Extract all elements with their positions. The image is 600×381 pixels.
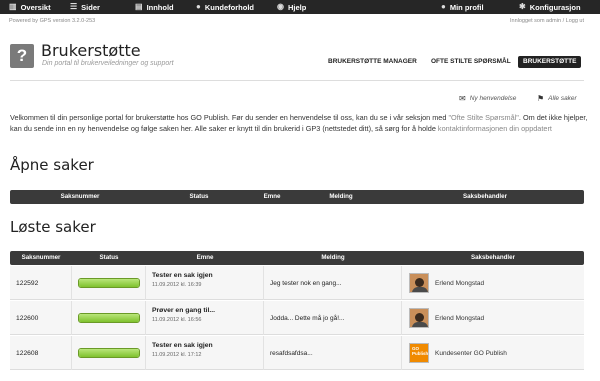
logout-link[interactable]: Logg ut [566, 18, 584, 24]
open-cases-title: Åpne saker [10, 156, 94, 174]
page-subtitle: Din portal til brukerveiledninger og sup… [42, 60, 174, 67]
col-saksnummer: Saksnummer [60, 193, 100, 200]
case-message: resafdsafdsa... [264, 336, 402, 370]
handler-cell: Erlend Mongstad [402, 266, 584, 300]
col-saksnummer: Saksnummer [21, 254, 61, 261]
nav-label: Hjelp [287, 2, 307, 12]
col-status: Status [189, 193, 209, 200]
status-cell [72, 301, 146, 335]
nav-label: Innhold [146, 2, 174, 12]
solved-cases-table-header: Saksnummer Status Emne Melding Saksbehan… [10, 251, 584, 265]
table-row[interactable]: 122592 Tester en sak igjen 11.09.2012 kl.… [10, 266, 584, 300]
nav-label: Sider [81, 2, 100, 12]
nav-kundeforhold[interactable]: ● Kundeforhold [196, 0, 254, 14]
table-row[interactable]: 122608 Tester en sak igjen 11.09.2012 kl.… [10, 336, 584, 370]
nav-label: Oversikt [20, 2, 51, 12]
col-melding: Melding [321, 254, 345, 261]
tab-brukerstotte-manager[interactable]: BRUKERSTØTTE MANAGER [323, 56, 422, 68]
nav-hjelp[interactable]: ◉ Hjelp [277, 0, 306, 14]
user-icon: ● [441, 2, 446, 11]
case-message: Jeg tester nok en gang... [264, 266, 402, 300]
faq-link[interactable]: "Ofte Stilte Spørsmål" [448, 113, 518, 122]
intro-part1: Velkommen til din personlige portal for … [10, 113, 449, 122]
nav-label: Konfigurasjon [529, 2, 581, 12]
avatar: GO Publish [409, 343, 429, 363]
avatar [409, 308, 429, 328]
case-date: 11.09.2012 kl. 16:56 [152, 317, 202, 323]
flag-icon: ⚑ [537, 94, 545, 103]
case-subject[interactable]: Tester en sak igjen [152, 272, 263, 279]
tab-brukerstotte[interactable]: BRUKERSTØTTE [518, 56, 582, 68]
new-inquiry-button[interactable]: ✉ Ny henvendelse [459, 94, 516, 103]
status-cell [72, 266, 146, 300]
gear-icon: ✱ [519, 2, 526, 11]
col-emne: Emne [196, 254, 214, 261]
help-icon: ◉ [277, 2, 284, 11]
powered-by: Powered by GPS version 3.2.0-253 [9, 18, 96, 24]
handler-name: Erlend Mongstad [435, 279, 485, 287]
subject-cell: Tester en sak igjen 11.09.2012 kl. 16:39 [146, 266, 264, 300]
col-emne: Emne [263, 193, 281, 200]
new-inquiry-label: Ny henvendelse [469, 95, 517, 102]
progress-fill [78, 349, 139, 357]
col-saksbehandler: Saksbehandler [462, 193, 508, 200]
case-number: 122600 [10, 301, 72, 335]
intro-text: Velkommen til din personlige portal for … [10, 112, 588, 134]
progress-fill [78, 314, 139, 322]
handler-cell: Erlend Mongstad [402, 301, 584, 335]
open-cases-table-header: Saksnummer Status Emne Melding Saksbehan… [10, 190, 584, 204]
bars-icon: ▥ [9, 2, 17, 11]
help-question-icon: ? [10, 44, 34, 68]
handler-name: Erlend Mongstad [435, 314, 485, 322]
nav-sider[interactable]: ☰ Sider [70, 0, 100, 14]
case-subject[interactable]: Prøver en gang til... [152, 307, 263, 314]
solved-cases-title: Løste saker [10, 218, 96, 236]
nav-oversikt[interactable]: ▥ Oversikt [9, 0, 51, 14]
case-number: 122592 [10, 266, 72, 300]
envelope-icon: ✉ [459, 94, 466, 103]
nav-min-profil[interactable]: ● Min profil [441, 0, 484, 14]
nav-innhold[interactable]: ▤ Innhold [135, 0, 174, 14]
tab-ofte-stilte-sporsmal[interactable]: OFTE STILTE SPØRSMÅL [426, 56, 516, 68]
case-date: 11.09.2012 kl. 16:39 [152, 282, 202, 288]
all-cases-label: Alle saker [548, 95, 577, 102]
logged-in-text: Innlogget som admin [509, 18, 562, 24]
status-progress-bar [77, 313, 140, 323]
document-icon: ▤ [135, 2, 143, 11]
handler-name: Kundesenter GO Publish [435, 349, 507, 357]
subject-cell: Prøver en gang til... 11.09.2012 kl. 16:5… [146, 301, 264, 335]
progress-fill [78, 279, 139, 287]
nav-label: Kundeforhold [204, 2, 255, 12]
col-melding: Melding [329, 193, 353, 200]
col-status: Status [99, 254, 119, 261]
login-status: Innlogget som admin / Logg ut [509, 18, 584, 24]
nav-konfigurasjon[interactable]: ✱ Konfigurasjon [519, 0, 581, 14]
contact-info-link[interactable]: kontaktinformasjonen din oppdatert [438, 124, 552, 133]
case-number: 122608 [10, 336, 72, 370]
list-icon: ☰ [70, 2, 78, 11]
case-date: 11.09.2012 kl. 17:12 [152, 352, 202, 358]
header-divider [10, 80, 584, 81]
all-cases-button[interactable]: ⚑ Alle saker [537, 94, 577, 103]
handler-cell: GO Publish Kundesenter GO Publish [402, 336, 584, 370]
page-title: Brukerstøtte [41, 41, 141, 60]
case-message: Jodda... Dette må jo gå!... [264, 301, 402, 335]
case-subject[interactable]: Tester en sak igjen [152, 342, 263, 349]
nav-label: Min profil [449, 2, 484, 12]
status-cell [72, 336, 146, 370]
status-progress-bar [77, 348, 140, 358]
subject-cell: Tester en sak igjen 11.09.2012 kl. 17:12 [146, 336, 264, 370]
status-progress-bar [77, 278, 140, 288]
user-icon: ● [196, 2, 201, 11]
avatar [409, 273, 429, 293]
col-saksbehandler: Saksbehandler [470, 254, 516, 261]
table-row[interactable]: 122600 Prøver en gang til... 11.09.2012 k… [10, 301, 584, 335]
